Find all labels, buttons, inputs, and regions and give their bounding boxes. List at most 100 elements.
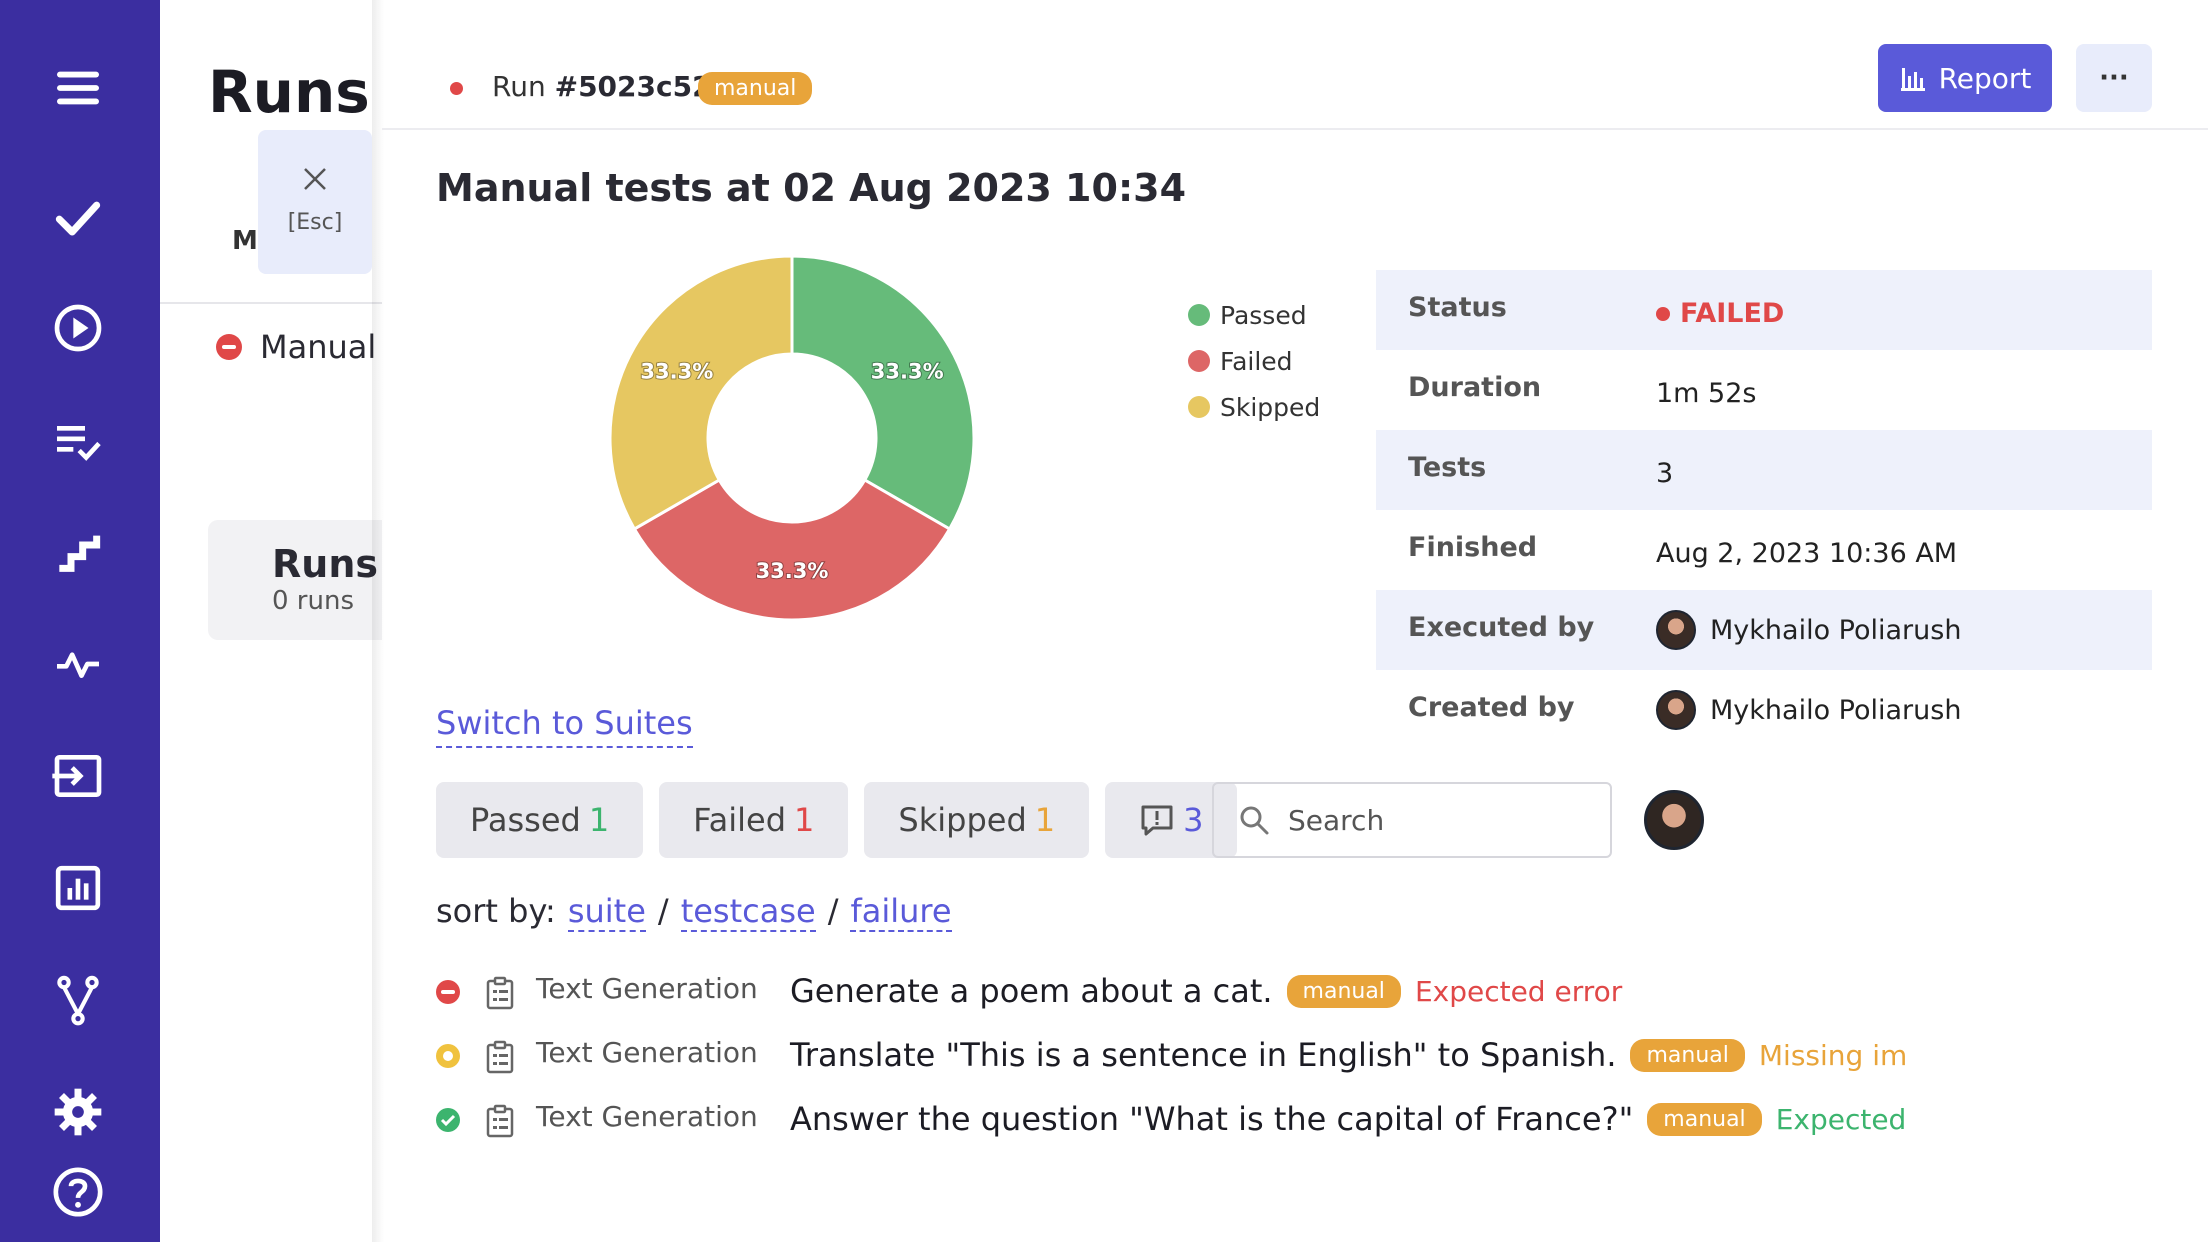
chart-legend: Passed Failed Skipped: [1188, 292, 1320, 430]
tests-value: 3: [1656, 458, 1674, 489]
test-row[interactable]: Text Generation Translate "This is a sen…: [436, 1024, 2136, 1088]
info-key: Tests: [1408, 452, 1487, 483]
donut-slice-label-failed: 33.3%: [756, 559, 829, 583]
sort-by-suite-link[interactable]: suite: [567, 892, 646, 932]
test-suite-name: Text Generation: [536, 1036, 758, 1069]
close-panel-button[interactable]: [Esc]: [258, 130, 372, 274]
run-status-dot: [450, 82, 463, 95]
info-row-created-by: Created by Mykhailo Poliarush: [1376, 670, 2152, 750]
duration-value: 1m 52s: [1656, 378, 1757, 409]
executed-by-value[interactable]: Mykhailo Poliarush: [1656, 610, 1961, 650]
test-suite-name: Text Generation: [536, 972, 758, 1005]
failed-dot: [1656, 306, 1670, 321]
status-filters: Passed 1 Failed 1 Skipped 1 3: [436, 782, 1238, 858]
play-circle-icon[interactable]: [46, 296, 110, 360]
test-message: Missing im: [1758, 1038, 1908, 1072]
switch-to-suites-link[interactable]: Switch to Suites: [436, 704, 693, 748]
created-by-value[interactable]: Mykhailo Poliarush: [1656, 690, 1961, 730]
sort-controls: sort by: suite / testcase / failure: [436, 892, 952, 932]
legend-label-skipped: Skipped: [1220, 392, 1321, 422]
more-options-button[interactable]: ···: [2076, 44, 2152, 112]
donut-slice-passed[interactable]: [790, 254, 976, 532]
runs-summary-card: Runs 0 runs: [208, 520, 382, 640]
test-list: Text Generation Generate a poem about a …: [436, 960, 2136, 1152]
test-row[interactable]: Text Generation Generate a poem about a …: [436, 960, 2136, 1024]
steps-icon[interactable]: [46, 520, 110, 584]
legend-label-failed: Failed: [1220, 346, 1293, 376]
runs-summary-title: Runs: [272, 542, 378, 586]
run-id-label: Run #5023c525: [492, 70, 732, 103]
search-input[interactable]: [1288, 803, 1588, 837]
info-row-executed-by: Executed by Mykhailo Poliarush: [1376, 590, 2152, 670]
skipped-status-icon: [436, 1044, 460, 1068]
app: Runs Ma Manual Runs 0 runs [Esc] Run #50…: [0, 0, 2208, 1242]
pulse-icon[interactable]: [46, 632, 110, 696]
avatar: [1656, 610, 1696, 650]
test-title: Generate a poem about a cat. manual Expect…: [790, 972, 1623, 1010]
test-type-badge: manual: [1630, 1038, 1745, 1072]
test-suite-name: Text Generation: [536, 1100, 758, 1133]
avatar: [1656, 690, 1696, 730]
user-name: Mykhailo Poliarush: [1710, 694, 1962, 726]
info-key: Finished: [1408, 532, 1538, 563]
legend-item-failed[interactable]: Failed: [1188, 338, 1320, 384]
run-list-item[interactable]: Manual: [216, 328, 376, 366]
report-chart-icon: [1900, 68, 1925, 91]
info-row-status: Status FAILED: [1376, 270, 2152, 350]
clipboard-icon: [486, 1040, 514, 1074]
filter-skipped-button[interactable]: Skipped 1: [864, 782, 1090, 858]
info-key: Status: [1408, 292, 1507, 323]
test-message: Expected: [1775, 1102, 1907, 1136]
search-icon: [1240, 806, 1269, 835]
test-title: Answer the question "What is the capital…: [790, 1100, 1907, 1138]
clipboard-icon: [486, 1104, 514, 1138]
close-icon: [304, 168, 326, 190]
test-message: Expected error: [1414, 974, 1623, 1008]
user-filter-avatar[interactable]: [1644, 790, 1704, 850]
status-donut-chart: 33.3% 33.3% 33.3%: [608, 254, 976, 622]
legend-item-skipped[interactable]: Skipped: [1188, 384, 1320, 430]
info-row-finished: Finished Aug 2, 2023 10:36 AM: [1376, 510, 2152, 590]
comments-count: 3: [1183, 801, 1204, 839]
menu-icon[interactable]: [46, 56, 110, 120]
legend-item-passed[interactable]: Passed: [1188, 292, 1320, 338]
sort-separator: /: [827, 892, 839, 930]
nav-rail: [0, 0, 160, 1242]
info-row-duration: Duration 1m 52s: [1376, 350, 2152, 430]
filter-failed-button[interactable]: Failed 1: [659, 782, 849, 858]
runs-panel-title: Runs: [208, 58, 370, 126]
checkmark-icon[interactable]: [46, 186, 110, 250]
run-type-badge: manual: [698, 72, 813, 105]
branch-icon[interactable]: [46, 968, 110, 1032]
info-key: Executed by: [1408, 612, 1595, 643]
runs-summary-count: 0 runs: [272, 586, 354, 616]
bar-chart-icon[interactable]: [46, 856, 110, 920]
test-title: Translate "This is a sentence in English…: [790, 1036, 1908, 1074]
import-icon[interactable]: [46, 744, 110, 808]
run-info-table: Status FAILED Duration 1m 52s Tests 3 Fi…: [1376, 270, 2152, 750]
help-icon[interactable]: [46, 1160, 110, 1224]
donut-slice-label-skipped: 33.3%: [640, 360, 713, 384]
passed-count: 1: [588, 801, 610, 839]
run-detail: Run #5023c525 manual Report ··· Manual t…: [382, 0, 2208, 1242]
report-button[interactable]: Report: [1878, 44, 2052, 112]
status-value: FAILED: [1656, 298, 1784, 329]
info-row-tests: Tests 3: [1376, 430, 2152, 510]
gear-icon[interactable]: [46, 1080, 110, 1144]
sort-by-testcase-link[interactable]: testcase: [680, 892, 816, 932]
legend-swatch-failed: [1188, 350, 1210, 372]
clipboard-icon: [486, 976, 514, 1010]
donut-slice-label-passed: 33.3%: [871, 360, 944, 384]
test-row[interactable]: Text Generation Answer the question "Wha…: [436, 1088, 2136, 1152]
test-type-badge: manual: [1286, 974, 1401, 1008]
report-button-label: Report: [1938, 61, 2032, 95]
user-name: Mykhailo Poliarush: [1710, 614, 1962, 646]
search-box[interactable]: [1212, 782, 1612, 858]
sort-by-failure-link[interactable]: failure: [850, 892, 952, 932]
donut-slice-skipped[interactable]: [608, 254, 794, 532]
divider: [160, 302, 382, 304]
checklist-icon[interactable]: [46, 408, 110, 472]
filter-passed-button[interactable]: Passed 1: [436, 782, 644, 858]
finished-value: Aug 2, 2023 10:36 AM: [1656, 538, 1958, 569]
failed-status-icon: [436, 980, 460, 1004]
